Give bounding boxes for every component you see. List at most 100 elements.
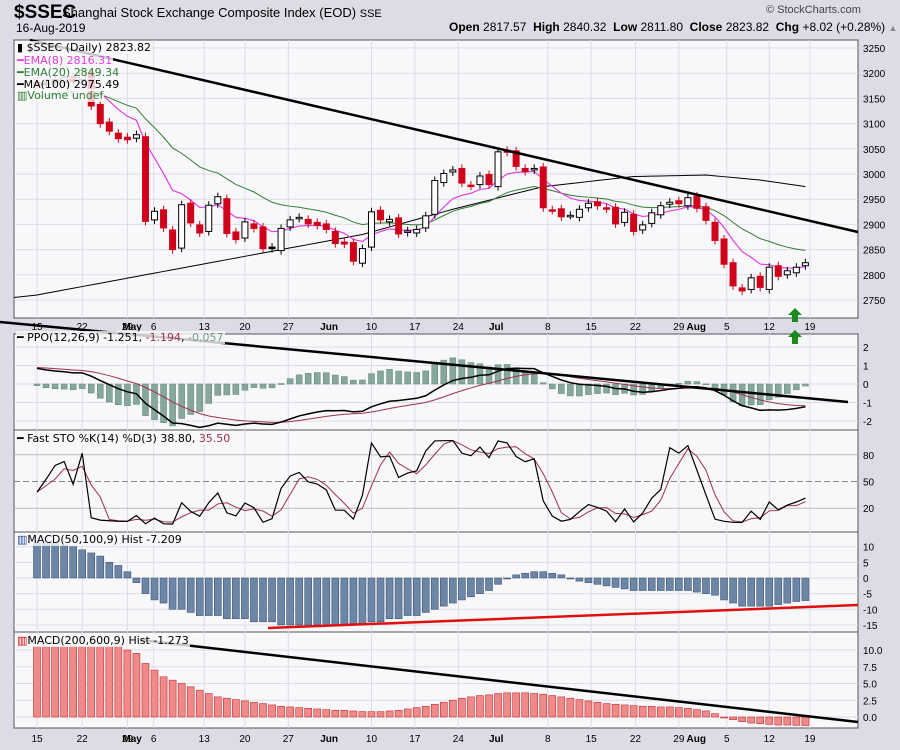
ppo-hist-bar [69,383,77,391]
macd2-hist-bar [304,707,313,718]
macd2-hist-bar [620,704,629,718]
collapse-toggle-icon[interactable]: ▲ [889,23,898,33]
candle-body [340,241,348,245]
macd2-hist-bar [114,646,123,718]
ppo-tick-label: 0 [863,380,869,391]
legend-ppo-hist: -0.057 [188,331,224,344]
candle-body [639,224,647,231]
price-tick-label: 2900 [863,220,886,231]
candle-body [431,180,439,215]
macd1-hist-bar [449,577,457,604]
open-label: Open [449,20,480,34]
macd2-hist-bar [204,693,213,718]
legend-sto-d: 35.50 [198,432,231,445]
candle-body [187,202,195,224]
low-label: Low [613,20,638,34]
macd2-hist-bar [150,669,159,718]
date-tick-label: 13 [199,734,211,745]
macd1-hist-bar [376,577,385,623]
macd1-hist-bar [177,577,186,610]
date-tick-label: Jun [320,734,338,745]
macd2-hist-bar [756,716,765,724]
candle-body [304,218,312,225]
ppo-hist-bar [549,383,556,390]
ppo-hist-bar [277,383,285,385]
macd1-hist-bar [539,571,548,579]
macd2-hist-bar [394,709,403,718]
ppo-hist-bar [765,383,773,401]
candle-body [114,132,122,140]
macd2-hist-bar [783,716,792,726]
macd1-hist-bar [729,577,737,604]
date-tick-label: 12 [764,734,776,745]
candle-body [774,265,782,277]
candle-body [738,287,746,292]
change-label: Chg [775,20,800,34]
macd2-hist-bar [250,701,258,718]
legend-ppo-signal: -1.194 [145,331,182,344]
macd2-hist-bar [485,694,493,718]
macd2-hist-bar [530,693,539,718]
macd2-hist-bar [105,646,114,718]
price-tick-label: 3250 [863,44,886,55]
macd2-hist-bar [340,709,349,718]
candle-body [377,209,385,221]
macd1-tick-label: 5 [863,558,869,569]
macd2-hist-bar [123,649,132,718]
ppo-hist-bar [539,382,547,385]
sto-tick-label: 20 [863,504,875,515]
macd1-hist-bar [87,552,96,579]
date-tick-label: Aug [687,734,706,745]
macd2-hist-bar [566,697,575,718]
ppo-hist-bar [675,383,683,385]
ppo-hist-bar [747,383,755,406]
macd2-hist-bar [512,692,520,718]
ppo-hist-bar [802,383,809,387]
macd1-hist-bar [584,577,593,583]
candle-body [259,226,267,250]
macd1-hist-bar [69,546,77,579]
macd1-hist-bar [304,577,313,626]
candle-body [783,270,791,276]
ppo-hist-bar [711,383,719,389]
candle-body [666,201,674,205]
candle-body [413,228,421,234]
date-tick-label: 19 [804,322,816,333]
legend-volume: ▥Volume undef [16,89,105,102]
candle-body [648,212,656,224]
macd2-hist-bar [449,699,457,718]
low-value: 2811.80 [640,20,684,34]
macd1-hist-bar [132,577,141,583]
candle-body [395,217,403,235]
date-tick-label: 22 [630,322,642,333]
ppo-hist-bar [530,373,538,385]
macd2-hist-bar [195,689,204,718]
macd1-hist-bar [340,577,349,626]
macd1-tick-label: 10 [863,543,875,554]
macd2-hist-bar [42,646,50,718]
macd1-hist-bar [232,577,240,619]
macd2-tick-label: 10.0 [863,646,883,657]
ppo-tick-label: -2 [863,417,872,428]
macd2-hist-bar [593,701,602,718]
candle-body [132,134,140,139]
macd2-tick-label: 5.0 [863,680,877,691]
macd1-hist-bar [647,577,656,591]
macd2-hist-bar [656,706,665,718]
candle-body [331,230,339,245]
macd1-hist-bar [60,544,68,579]
price-tick-label: 2800 [863,271,886,282]
candle-body [440,172,448,184]
ppo-hist-bar [60,383,68,390]
legend-macd2-text: MACD(200,600,9) Hist -1.273 [27,634,189,647]
candle-body [711,221,719,242]
candle-body [214,196,222,205]
ppo-hist-bar [259,383,267,389]
candle-body [268,246,276,250]
macd2-hist-bar [729,716,737,720]
ppo-hist-bar [503,364,511,385]
candle-body [367,211,375,248]
ppo-hist-bar [178,383,185,419]
date-tick-label: 15 [586,734,598,745]
candle-body [575,208,583,218]
